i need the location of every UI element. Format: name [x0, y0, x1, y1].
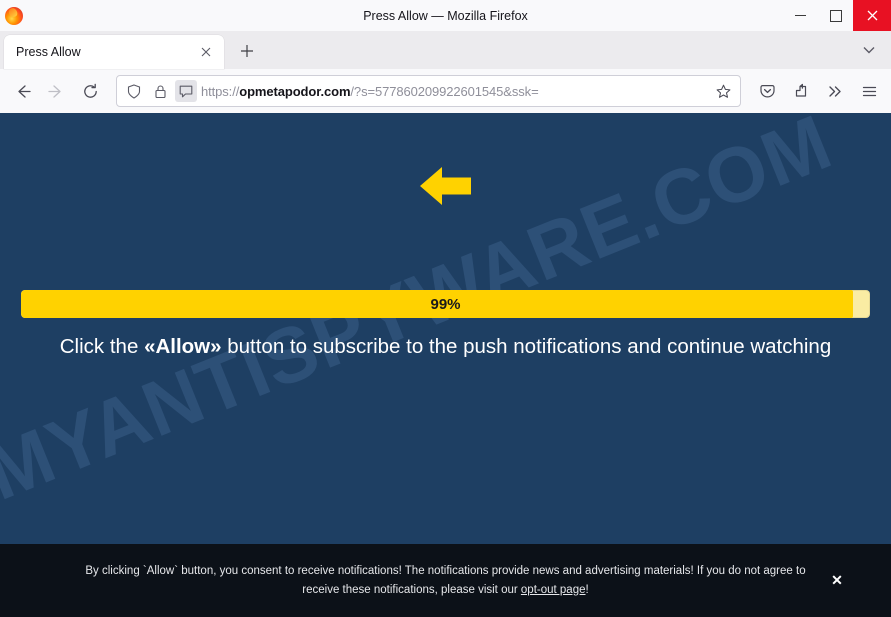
tab-strip: Press Allow: [0, 31, 891, 69]
hamburger-menu-icon: [862, 86, 876, 96]
opt-out-page-link[interactable]: opt-out page: [521, 584, 586, 596]
double-chevron-icon: [828, 85, 841, 97]
forward-button[interactable]: [40, 75, 72, 107]
consent-banner-text: By clicking `Allow` button, you consent …: [66, 562, 826, 600]
window-titlebar: Press Allow — Mozilla Firefox: [0, 0, 891, 31]
forward-arrow-icon: [47, 84, 61, 98]
headline-emphasis: «Allow»: [144, 335, 222, 358]
left-arrow-icon: [420, 167, 471, 205]
overflow-menu-button[interactable]: [819, 75, 851, 107]
lock-icon[interactable]: [149, 80, 171, 102]
list-all-tabs-button[interactable]: [857, 39, 881, 61]
maximize-button[interactable]: [818, 0, 853, 31]
headline-prefix: Click the: [59, 335, 145, 358]
pointer-arrow: [0, 165, 891, 207]
progress-bar: [21, 290, 870, 318]
close-icon: [201, 47, 211, 57]
shield-glyph: [127, 83, 141, 99]
share-icon: [795, 83, 806, 97]
share-button[interactable]: [785, 75, 817, 107]
star-icon: [716, 84, 730, 98]
speech-bubble-glyph: [179, 85, 193, 97]
url-bar[interactable]: https://opmetapodor.com/?s=5778602099226…: [116, 75, 741, 107]
minimize-icon: [795, 15, 806, 16]
consent-text-part2: !: [585, 583, 589, 596]
notification-permission-icon[interactable]: [175, 80, 197, 102]
pocket-icon: [759, 84, 775, 98]
url-scheme: https://: [201, 83, 240, 99]
back-button[interactable]: [6, 75, 38, 107]
window-title: Press Allow — Mozilla Firefox: [363, 8, 528, 23]
close-icon: [867, 10, 877, 21]
reload-button[interactable]: [74, 75, 106, 107]
page-headline: Click the «Allow» button to subscribe to…: [0, 335, 891, 359]
plus-icon: [241, 45, 253, 57]
minimize-button[interactable]: [783, 0, 818, 31]
firefox-logo-icon: [5, 6, 23, 25]
reload-icon: [83, 83, 97, 98]
consent-banner-close-button[interactable]: ✕: [827, 571, 847, 591]
page-content: MYANTISPYWARE.COM 99% Click the «Allow» …: [0, 113, 891, 617]
new-tab-button[interactable]: [232, 36, 262, 66]
back-arrow-icon: [17, 84, 31, 98]
save-to-pocket-button[interactable]: [751, 75, 783, 107]
window-controls: [783, 0, 891, 31]
shield-icon[interactable]: [123, 80, 145, 102]
browser-tab[interactable]: Press Allow: [4, 35, 224, 69]
tab-close-button[interactable]: [196, 42, 216, 62]
app-menu-button[interactable]: [853, 75, 885, 107]
url-path: /?s=577860209922601545&ssk=: [350, 83, 539, 99]
url-host: opmetapodor.com: [239, 83, 351, 99]
maximize-icon: [829, 9, 842, 22]
headline-suffix: button to subscribe to the push notifica…: [221, 335, 832, 358]
consent-text-part1: By clicking `Allow` button, you consent …: [85, 564, 806, 596]
lock-glyph: [154, 84, 166, 98]
progress-bar-fill: [21, 290, 854, 318]
url-text[interactable]: https://opmetapodor.com/?s=5778602099226…: [201, 84, 708, 99]
navigation-toolbar: https://opmetapodor.com/?s=5778602099226…: [0, 69, 891, 113]
close-window-button[interactable]: [853, 0, 891, 31]
chevron-down-icon: [863, 47, 875, 54]
bookmark-button[interactable]: [712, 80, 734, 102]
tab-title: Press Allow: [16, 45, 81, 59]
consent-banner: By clicking `Allow` button, you consent …: [0, 544, 891, 617]
